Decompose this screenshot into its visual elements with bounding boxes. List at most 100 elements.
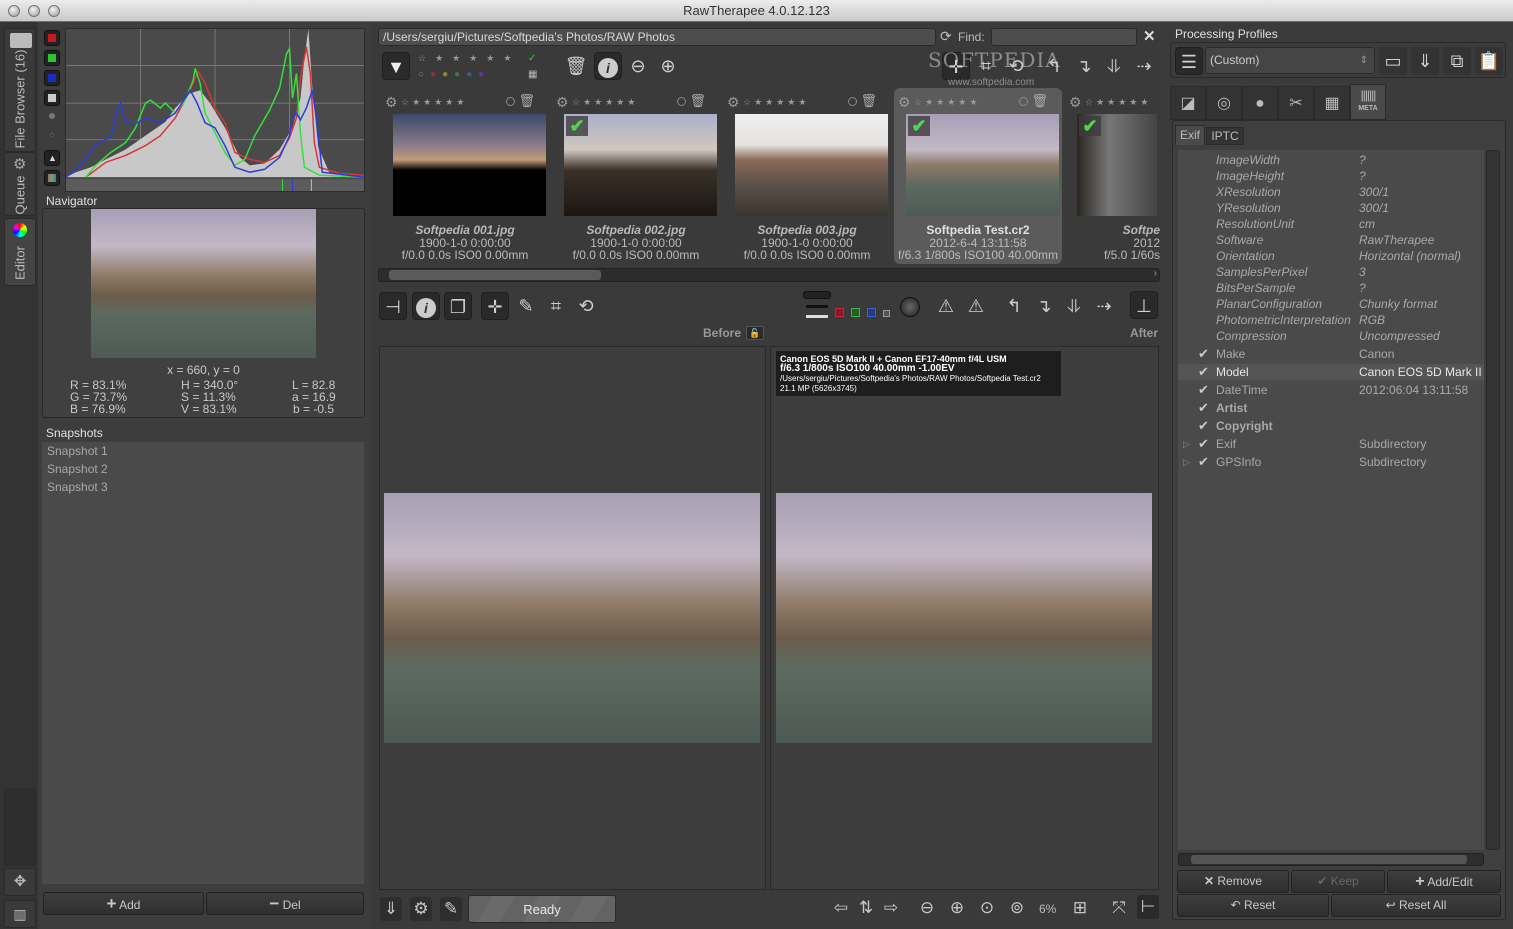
tab-queue[interactable]: ⚙ Queue (4, 152, 36, 216)
gears-icon[interactable]: ⚙ (727, 94, 740, 111)
exif-row[interactable]: ✔ Artist (1178, 400, 1484, 416)
next-image-button[interactable]: ⇨ (880, 896, 902, 920)
saved-filter[interactable]: ▦ (528, 69, 537, 80)
tab-color[interactable]: ● (1242, 86, 1278, 120)
profile-select[interactable]: (Custom) ⇕ (1205, 47, 1375, 74)
background-black-icon[interactable] (806, 305, 828, 308)
preview-blue-button[interactable] (867, 308, 876, 317)
tab-transform[interactable]: ✂ (1278, 86, 1314, 120)
thumbnail[interactable]: ⚙ ☆★★★★★ ✔ Softpe 2012 f/5.0 1/60s (1065, 88, 1160, 264)
hide-left-panel-button[interactable]: ⊣ (379, 292, 407, 320)
edit-external-button[interactable]: ✎ (440, 897, 462, 921)
thumbnail-scrollbar[interactable]: › (378, 268, 1160, 282)
trash-icon[interactable]: 🗑 (518, 93, 535, 109)
crop-tool-button[interactable]: ⌗ (542, 292, 570, 320)
histogram-red-button[interactable] (44, 30, 60, 46)
rating-stars[interactable]: ☆★★★★★ (743, 97, 809, 108)
profile-fill-mode-button[interactable]: ☰ (1175, 47, 1203, 75)
reset-tag-button[interactable]: ↶ Reset (1177, 894, 1329, 917)
lock-before-button[interactable]: 🔓 (746, 326, 764, 340)
tab-metadata[interactable]: ||||||| META (1350, 84, 1386, 120)
before-image[interactable] (384, 493, 760, 743)
exif-row[interactable]: Orientation Horizontal (normal) (1178, 248, 1484, 264)
before-after-button[interactable]: ❐ (444, 292, 472, 320)
copy-profile-button[interactable]: ⧉ (1443, 47, 1471, 75)
thumbnail-image[interactable]: ✔ (1077, 114, 1157, 216)
focus-mask-button[interactable] (900, 297, 920, 317)
zoom-100-button[interactable]: ⊚ (1006, 896, 1028, 920)
exif-row[interactable]: BitsPerSample? (1178, 280, 1484, 296)
minimize-window-button[interactable] (28, 5, 40, 17)
tab-detail[interactable]: ◎ (1206, 86, 1242, 120)
save-image-button[interactable]: ⇓ (380, 897, 402, 921)
thumbnail-image[interactable]: ✔ (564, 114, 717, 216)
histogram-raw-button[interactable]: ⁘ (48, 130, 56, 141)
zoom-out-thumbs-button[interactable]: ⊖ (624, 52, 652, 80)
zoom-out-button[interactable]: ⊖ (916, 896, 938, 920)
tab-exposure[interactable]: ◪ (1170, 86, 1206, 120)
info-overlay-button[interactable]: i (412, 292, 440, 320)
exif-row[interactable]: SamplesPerPixel 3 (1178, 264, 1484, 280)
exif-row[interactable]: XResolution 300/1 (1178, 184, 1484, 200)
rating-stars[interactable]: ☆★★★★★ (401, 97, 467, 108)
add-edit-tag-button[interactable]: + Add/Edit (1387, 870, 1501, 893)
subtab-exif[interactable]: Exif (1175, 125, 1205, 145)
zoom-in-button[interactable]: ⊕ (946, 896, 968, 920)
scrollbar-thumb[interactable] (1191, 855, 1467, 864)
rating-stars[interactable]: ☆★★★★★ (572, 97, 638, 108)
hide-right-panel-button[interactable]: ⊢ (1137, 895, 1159, 919)
rotate-left-button[interactable]: ↰ (1000, 292, 1028, 320)
preview-mode-button[interactable] (803, 291, 831, 299)
trash-icon[interactable]: 🗑 (689, 93, 706, 109)
previous-image-button[interactable]: ⇦ (830, 896, 852, 920)
gears-icon[interactable]: ⚙ (385, 94, 398, 111)
exif-row[interactable]: Compression Uncompressed (1178, 328, 1484, 344)
preview-red-button[interactable] (835, 308, 844, 317)
thumbnail[interactable]: ⚙ ☆★★★★★ 🗑 Softpedia 001.jpg 1900-1-0 0:00:0… (381, 88, 549, 264)
thumbnail-image[interactable] (735, 114, 888, 216)
exif-row[interactable]: ✔ Copyright (1178, 418, 1484, 434)
color-label-icon[interactable] (848, 97, 857, 106)
sync-button[interactable]: ⇅ (855, 896, 877, 920)
histogram-toggle-button[interactable]: ▥ (4, 900, 36, 928)
star-filters[interactable]: ☆★★★★★ (418, 53, 520, 64)
histogram-bar-toggle[interactable]: ▲ (44, 150, 60, 166)
color-label-icon[interactable] (506, 97, 515, 106)
gears-icon[interactable]: ⚙ (1069, 94, 1082, 111)
rotate-right-button[interactable]: ↴ (1030, 292, 1058, 320)
filter-button[interactable]: ▼ (382, 52, 410, 80)
trash-icon[interactable]: 🗑 (860, 93, 877, 109)
exif-row[interactable]: ▷ ✔ Exif Subdirectory (1178, 436, 1484, 452)
thumbnail[interactable]: ⚙ ☆★★★★★ 🗑 ✔ Softpedia 002.jpg 1900-1-0 0:00:… (552, 88, 720, 264)
close-window-button[interactable] (8, 5, 20, 17)
highlight-clip-button[interactable]: ⚠ (962, 292, 990, 320)
gears-icon[interactable]: ⚙ (556, 94, 569, 111)
rating-stars[interactable]: ☆★★★★★ (914, 97, 980, 108)
delete-snapshot-button[interactable]: − Del (206, 892, 364, 915)
white-balance-tool-button[interactable]: ✎ (512, 292, 540, 320)
background-white-icon[interactable] (806, 315, 828, 318)
expander-arrow-icon[interactable]: ▷ (1183, 454, 1190, 470)
tab-file-browser[interactable]: File Browser (16) (4, 28, 36, 152)
histogram-chroma-button[interactable] (49, 113, 55, 119)
hide-top-panel-button[interactable]: ⊥ (1130, 291, 1158, 319)
flip-horizontal-button[interactable]: ⇢ (1130, 52, 1158, 80)
thumbnail[interactable]: ⚙ ☆★★★★★ 🗑 Softpedia 003.jpg 1900-1-0 0:00:0… (723, 88, 891, 264)
trash-filter-button[interactable]: 🗑 (562, 52, 590, 80)
shadow-clip-button[interactable]: ⚠ (932, 292, 960, 320)
navigator-preview[interactable] (91, 209, 316, 358)
histogram-green-button[interactable] (44, 50, 60, 66)
thumbnail-image[interactable]: ✔ (906, 114, 1059, 216)
snapshot-item[interactable]: Snapshot 1 (42, 442, 364, 460)
tab-raw[interactable]: ▦ (1314, 86, 1350, 120)
thumbnail-image[interactable] (393, 114, 546, 216)
trash-icon[interactable]: 🗑 (1031, 93, 1048, 109)
subtab-iptc[interactable]: IPTC (1206, 127, 1244, 145)
remove-tag-button[interactable]: ✕ Remove (1177, 870, 1289, 893)
load-profile-button[interactable]: ▭ (1379, 47, 1407, 75)
refresh-icon[interactable]: ⟳ (940, 28, 952, 45)
flip-vertical-button[interactable]: ⥥ (1100, 52, 1128, 80)
exif-horizontal-scrollbar[interactable] (1178, 853, 1484, 866)
pan-button[interactable]: ✥ (4, 868, 36, 896)
path-input[interactable]: /Users/sergiu/Pictures/Softpedia's Photo… (378, 28, 936, 46)
